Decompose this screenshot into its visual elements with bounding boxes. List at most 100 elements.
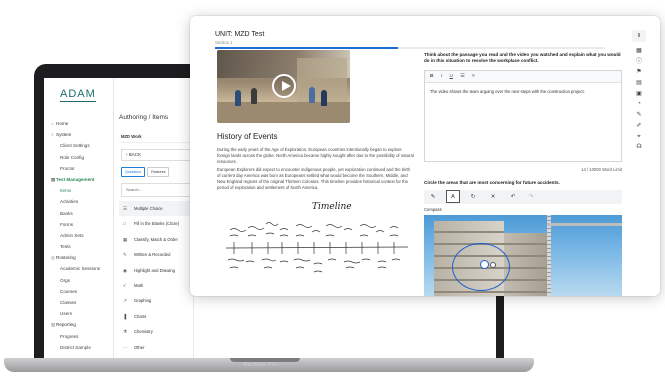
pencil-icon[interactable]: ✎ bbox=[630, 110, 648, 121]
sidebar-item-test-management[interactable]: ▤Test Management bbox=[44, 174, 114, 185]
sidebar-item-academic-sessions[interactable]: Academic Sessions bbox=[44, 263, 114, 274]
compass-rotate-handle[interactable] bbox=[490, 262, 496, 268]
headphones-icon[interactable]: ☊ bbox=[630, 142, 648, 153]
sidebar-item-reporting[interactable]: ▥Reporting bbox=[44, 319, 114, 330]
video-worker bbox=[309, 87, 315, 103]
construction-photo[interactable] bbox=[424, 215, 622, 296]
pause-button[interactable]: II bbox=[632, 30, 646, 42]
question-type-label: Multiple Choice bbox=[134, 206, 163, 211]
clear-icon[interactable]: ✕ bbox=[486, 190, 500, 204]
question-type-item[interactable]: ◉ Highlight and Drawing bbox=[119, 263, 193, 278]
question-type-item[interactable]: ☰ Multiple Choice bbox=[119, 201, 193, 217]
timeline-sketch bbox=[225, 222, 409, 273]
sidebar-item-proctor[interactable]: Proctor bbox=[44, 163, 114, 174]
question-type-item[interactable]: ↗ Graphing bbox=[119, 293, 193, 308]
italic-button[interactable]: I bbox=[441, 74, 442, 79]
laptop-model-label: MacBook Pro bbox=[243, 362, 277, 368]
passage-text: During the early years of the Age of Exp… bbox=[217, 147, 414, 191]
back-button[interactable]: ‹ BACK bbox=[121, 149, 191, 161]
sidebar-item-tests[interactable]: Tests bbox=[44, 241, 114, 252]
word-count: 14 / 10000 Word Limit bbox=[581, 167, 622, 172]
sidebar-item-label: Orgs bbox=[60, 277, 70, 283]
eraser-icon[interactable]: ✐ bbox=[630, 121, 648, 132]
sidebar-item-orgs[interactable]: Orgs bbox=[44, 275, 114, 286]
pencil-icon[interactable]: ✎ bbox=[426, 190, 440, 204]
zoom-icon[interactable]: ⌖ bbox=[630, 132, 648, 143]
sidebar-item-forms[interactable]: Forms bbox=[44, 219, 114, 230]
passage-paragraph: During the early years of the Age of Exp… bbox=[217, 147, 414, 164]
sidebar-item-label: Courses bbox=[60, 288, 78, 294]
question-type-list: ☰ Multiple Choice □ Fill in the Blanks (Clo… bbox=[119, 201, 193, 355]
unit-title: UNIT: MZD Test bbox=[215, 31, 265, 38]
question-type-label: Graphing bbox=[134, 298, 152, 304]
back-label: BACK bbox=[128, 152, 142, 157]
compass-pivot-handle[interactable] bbox=[480, 260, 489, 269]
sidebar: ADAM ⌂ Home ○ System Client Settings Role Con… bbox=[44, 78, 114, 358]
app-logo[interactable]: ADAM bbox=[60, 88, 96, 102]
info-icon[interactable]: ⓘ bbox=[630, 57, 648, 68]
sidebar-item-courses[interactable]: Courses bbox=[44, 286, 114, 297]
sidebar-item-system[interactable]: ○ System bbox=[44, 129, 114, 140]
sidebar-item-label: Admin Sets bbox=[60, 232, 84, 238]
sidebar-item-admin-sets[interactable]: Admin Sets bbox=[44, 230, 114, 241]
bullet-list-icon[interactable]: ☰ bbox=[460, 74, 464, 79]
question-type-item[interactable]: ▦ Classify, Match & Order bbox=[119, 232, 193, 247]
sidebar-item-items[interactable]: Items bbox=[44, 185, 114, 196]
question-type-item[interactable]: ✎ Written & Recorded bbox=[119, 247, 193, 262]
question-type-label: Highlight and Drawing bbox=[134, 267, 175, 273]
question-type-item[interactable]: √ Math bbox=[119, 278, 193, 293]
sidebar-item-activities[interactable]: Activities bbox=[44, 196, 114, 207]
graph-icon: ↗ bbox=[123, 298, 127, 304]
sidebar-nav: ⌂ Home ○ System Client Settings Role Config Pr… bbox=[44, 118, 114, 353]
question-type-item[interactable]: ⚗ Chemistry bbox=[119, 324, 193, 339]
sidebar-item-banks[interactable]: Banks bbox=[44, 208, 114, 219]
question-type-label: Classify, Match & Order bbox=[134, 236, 178, 242]
passage-paragraph: European Explorers did expect to encount… bbox=[217, 167, 411, 190]
drawing-prompt: Circle the areas that are most concernin… bbox=[424, 180, 560, 185]
numbered-list-icon[interactable]: ≡ bbox=[472, 74, 475, 79]
essay-editor[interactable]: B I U ☰ ≡ The video shows the team argui… bbox=[424, 70, 622, 162]
question-type-label: Charts bbox=[134, 313, 147, 319]
pencil-icon: ✎ bbox=[123, 252, 127, 258]
sidebar-item-users[interactable]: Users bbox=[44, 308, 114, 319]
calculator-icon[interactable]: ▦ bbox=[630, 46, 648, 57]
sidebar-item-role-config[interactable]: Role Config bbox=[44, 152, 114, 163]
question-type-item[interactable]: ▐ Charts bbox=[119, 309, 193, 324]
bold-button[interactable]: B bbox=[430, 74, 433, 79]
search-input[interactable]: Search... bbox=[121, 183, 191, 197]
building bbox=[504, 233, 549, 296]
sidebar-item-home[interactable]: ⌂ Home bbox=[44, 118, 114, 129]
sidebar-item-label: Forms bbox=[60, 221, 74, 227]
question-type-label: Written & Recorded bbox=[134, 252, 171, 258]
essay-answer[interactable]: The video shows the team arguing over th… bbox=[425, 83, 621, 100]
sidebar-item-label: Proctor bbox=[60, 165, 75, 171]
sidebar-item-rostering[interactable]: ◎Rostering bbox=[44, 252, 114, 263]
redo-icon[interactable]: ↷ bbox=[524, 190, 538, 204]
flag-icon[interactable]: ⚑ bbox=[630, 67, 648, 78]
editor-toolbar: B I U ☰ ≡ bbox=[425, 71, 621, 83]
video-player[interactable] bbox=[217, 50, 350, 123]
sidebar-item-classes[interactable]: Classes bbox=[44, 297, 114, 308]
sidebar-item-progress[interactable]: Progress bbox=[44, 331, 114, 342]
tab-questions[interactable]: Questions bbox=[121, 167, 146, 177]
question-type-item[interactable]: ⋯ Other bbox=[119, 340, 193, 355]
protractor-icon[interactable]: ◔ bbox=[630, 99, 648, 110]
undo-icon[interactable]: ↶ bbox=[506, 190, 520, 204]
sidebar-item-district-sample[interactable]: District Sample bbox=[44, 342, 114, 353]
question-type-item[interactable]: □ Fill in the Blanks (Cloze) bbox=[119, 216, 193, 231]
compass-icon[interactable]: ↻ bbox=[466, 190, 480, 204]
underline-button[interactable]: U bbox=[450, 74, 453, 79]
page-title: Authoring / Items bbox=[119, 114, 169, 121]
crane-mast bbox=[547, 215, 551, 296]
section-label: Section 1 bbox=[215, 40, 233, 45]
text-tool-icon[interactable]: A bbox=[446, 190, 460, 203]
flask-icon: ⚗ bbox=[123, 329, 128, 335]
sidebar-item-label: Test Management bbox=[56, 176, 95, 182]
ruler-icon[interactable]: ▣ bbox=[630, 89, 648, 100]
tab-features[interactable]: Features bbox=[147, 167, 170, 177]
question-type-label: Other bbox=[134, 344, 145, 350]
sidebar-item-label: Role Config bbox=[60, 154, 85, 160]
play-icon[interactable] bbox=[272, 74, 296, 98]
sidebar-item-client-settings[interactable]: Client Settings bbox=[44, 140, 114, 151]
notepad-icon[interactable]: ▤ bbox=[630, 78, 648, 89]
